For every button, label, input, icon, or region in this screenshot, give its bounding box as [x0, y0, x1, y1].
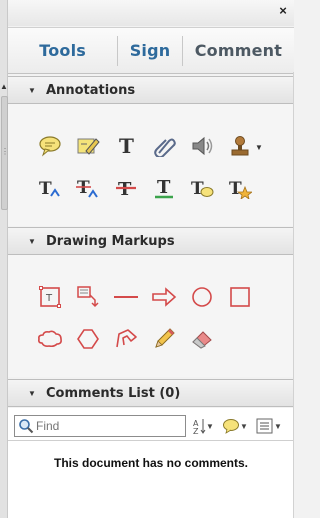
pane-top-bar: × — [8, 0, 294, 26]
strikethrough-icon[interactable]: T — [112, 174, 140, 202]
eraser-icon[interactable] — [188, 325, 216, 353]
stamp-dropdown-icon[interactable]: ▼ — [255, 143, 263, 152]
callout-icon[interactable] — [74, 283, 102, 311]
dropdown-arrow-icon: ▼ — [206, 421, 214, 431]
svg-text:T: T — [157, 177, 171, 198]
sticky-note-icon[interactable] — [36, 132, 64, 160]
tab-tools[interactable]: Tools — [8, 28, 117, 73]
collapse-caret-icon: ▼ — [28, 236, 36, 246]
svg-text:T: T — [45, 293, 53, 304]
dropdown-arrow-icon: ▼ — [240, 421, 248, 431]
filter-bubble-icon — [223, 419, 239, 434]
close-icon[interactable]: × — [276, 4, 290, 18]
find-box[interactable] — [14, 415, 186, 437]
scroll-up-arrow-icon[interactable]: ▲ — [0, 80, 8, 94]
sort-comments-button[interactable]: AZ ▼ — [192, 416, 214, 436]
svg-text:T: T — [77, 178, 90, 198]
replace-text-icon[interactable]: T — [74, 174, 102, 202]
svg-text:T: T — [39, 179, 52, 199]
collapse-caret-icon: ▼ — [28, 388, 36, 398]
tab-comment[interactable]: Comment — [183, 28, 294, 73]
comments-toolbar: AZ ▼ ▼ ▼ — [8, 414, 294, 440]
drawing-markups-header[interactable]: ▼ Drawing Markups — [8, 227, 294, 255]
annotations-row-2: T T T T T T — [36, 174, 264, 202]
search-input[interactable] — [36, 418, 176, 434]
text-correction-icon[interactable]: T — [226, 174, 254, 202]
underline-icon[interactable]: T — [150, 174, 178, 202]
search-icon — [19, 419, 34, 434]
list-options-icon — [256, 418, 273, 434]
sort-icon: AZ — [193, 419, 206, 435]
annotations-header[interactable]: ▼ Annotations — [8, 76, 294, 104]
filter-comments-button[interactable]: ▼ — [222, 416, 248, 436]
drawing-row-2 — [36, 325, 226, 353]
comment-pane: × Tools Sign Comment ▼ Annotations T ▼ T… — [8, 0, 294, 518]
polygon-icon[interactable] — [74, 325, 102, 353]
drawing-row-1: T — [36, 283, 264, 311]
empty-comments-message: This document has no comments. — [53, 456, 249, 470]
drawing-markups-body: T — [8, 255, 294, 377]
arrow-icon[interactable] — [150, 283, 178, 311]
svg-text:T: T — [119, 135, 134, 157]
comments-list-header[interactable]: ▼ Comments List (0) — [8, 379, 294, 407]
insert-text-icon[interactable]: T — [36, 174, 64, 202]
cloud-icon[interactable] — [36, 325, 64, 353]
dropdown-arrow-icon: ▼ — [274, 421, 282, 431]
options-button[interactable]: ▼ — [256, 416, 282, 436]
comments-list-body: AZ ▼ ▼ ▼ This document has no comments. — [8, 408, 294, 518]
task-tabs: Tools Sign Comment — [8, 27, 294, 74]
add-text-icon[interactable]: T — [112, 132, 140, 160]
svg-text:Z: Z — [193, 427, 199, 435]
collapse-caret-icon: ▼ — [28, 85, 36, 95]
connected-lines-icon[interactable] — [112, 325, 140, 353]
oval-icon[interactable] — [188, 283, 216, 311]
text-comment-icon[interactable]: T — [188, 174, 216, 202]
toolbar-divider — [8, 440, 294, 441]
annotations-body: T ▼ T T T T T — [8, 104, 294, 226]
annotations-row-1: T ▼ — [36, 132, 263, 160]
annotations-title: Annotations — [46, 82, 136, 98]
stamp-icon[interactable] — [226, 132, 254, 160]
text-box-icon[interactable]: T — [36, 283, 64, 311]
left-scroll-strip — [0, 0, 8, 518]
rectangle-icon[interactable] — [226, 283, 254, 311]
pencil-icon[interactable] — [150, 325, 178, 353]
pane-right-border — [293, 72, 294, 518]
tab-sign[interactable]: Sign — [118, 28, 182, 73]
record-audio-icon[interactable] — [188, 132, 216, 160]
drawing-markups-title: Drawing Markups — [46, 233, 175, 249]
attach-file-icon[interactable] — [150, 132, 178, 160]
line-icon[interactable] — [112, 283, 140, 311]
svg-text:T: T — [229, 179, 242, 199]
comments-list-title: Comments List (0) — [46, 385, 181, 401]
highlight-text-icon[interactable] — [74, 132, 102, 160]
